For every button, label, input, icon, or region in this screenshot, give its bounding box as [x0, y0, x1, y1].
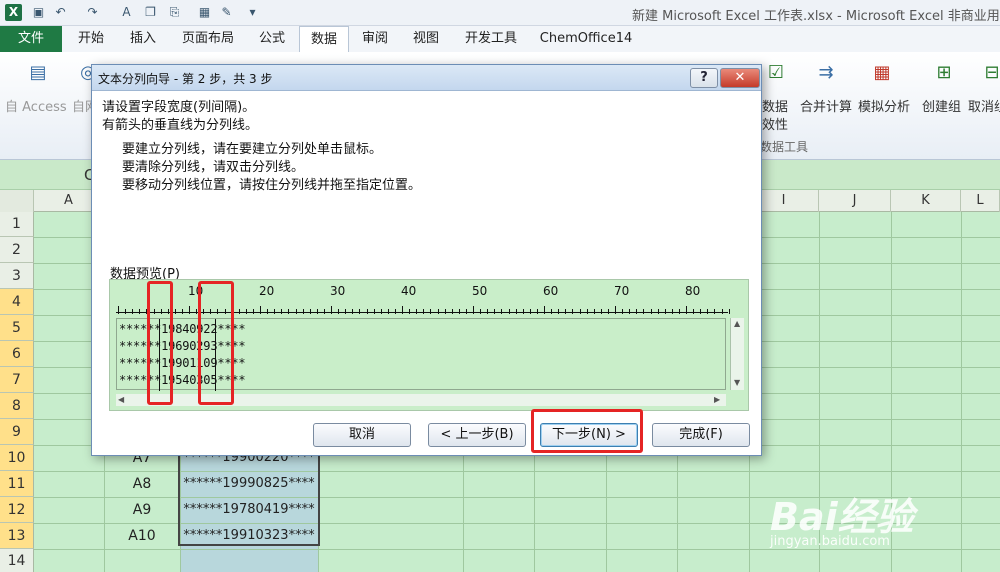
window-title: 新建 Microsoft Excel 工作表.xlsx - Microsoft … — [632, 9, 1000, 24]
back-button[interactable]: < 上一步(B) — [428, 423, 526, 447]
title-bar: X ▣ ↶ ↷ A ❐ ⎘ ▦ ✎ ▾ 新建 Microsoft Excel 工… — [0, 0, 1000, 26]
ruler-number: 80 — [685, 284, 701, 298]
column-header-j[interactable]: J — [819, 190, 891, 212]
access-icon[interactable]: ▤ — [24, 60, 52, 86]
tab-review[interactable]: 审阅 — [352, 26, 398, 52]
ruler-number: 30 — [330, 284, 346, 298]
baidu-watermark: Bai经验 jingyan.baidu.com — [770, 486, 970, 556]
row-header[interactable]: 2 — [0, 237, 34, 263]
highlight-break-2 — [198, 281, 234, 405]
cell-a12[interactable]: A9 — [104, 502, 180, 518]
watermark-url: jingyan.baidu.com — [770, 534, 890, 549]
tip-line-1: 要建立分列线，请在要建立分列处单击鼠标。 — [122, 142, 383, 157]
ruler-tick — [728, 309, 730, 314]
tab-data[interactable]: 数据 — [299, 26, 349, 52]
font-size-icon[interactable]: A — [118, 4, 135, 21]
scroll-down-icon[interactable]: ▼ — [734, 378, 740, 387]
scroll-up-icon[interactable]: ▲ — [734, 319, 740, 328]
dialog-title-bar[interactable]: 文本分列向导 - 第 2 步，共 3 步 ? ✕ — [92, 65, 761, 91]
redo-icon[interactable]: ↷ — [84, 4, 101, 21]
data-validation-label-1[interactable]: 数据 — [762, 96, 788, 115]
tab-chemoffice[interactable]: ChemOffice14 — [534, 26, 638, 52]
format-icon[interactable]: ✎ — [218, 4, 235, 21]
tab-home[interactable]: 开始 — [66, 26, 116, 52]
row-header[interactable]: 1 — [0, 212, 34, 237]
ruler-number: 50 — [472, 284, 488, 298]
ruler-number: 70 — [614, 284, 630, 298]
customize-icon[interactable]: ▾ — [244, 4, 261, 21]
undo-icon[interactable]: ↶ — [52, 4, 69, 21]
cell-a11[interactable]: A8 — [104, 476, 180, 492]
cell-a13[interactable]: A10 — [104, 528, 180, 544]
select-all-corner[interactable] — [0, 190, 34, 212]
row-header[interactable]: 9 — [0, 419, 34, 445]
row-header[interactable]: 10 — [0, 445, 34, 471]
row-header[interactable]: 5 — [0, 315, 34, 341]
consolidate-button[interactable]: 合并计算 — [800, 96, 852, 115]
tip-line-2: 要清除分列线，请双击分列线。 — [122, 160, 305, 175]
row-header[interactable]: 8 — [0, 393, 34, 419]
row-header[interactable]: 7 — [0, 367, 34, 393]
ruler-number: 20 — [259, 284, 275, 298]
data-validation-icon[interactable]: ☑ — [762, 60, 790, 86]
what-if-icon[interactable]: ▦ — [868, 60, 896, 86]
tab-page-layout[interactable]: 页面布局 — [172, 26, 244, 52]
group-icon[interactable]: ⊞ — [930, 60, 958, 86]
ribbon-tabs: 文件 开始 插入 页面布局 公式 数据 审阅 视图 开发工具 ChemOffic… — [0, 26, 1000, 52]
instruction-line-1: 请设置字段宽度(列间隔)。 — [102, 100, 256, 115]
save-icon[interactable]: ▣ — [30, 4, 47, 21]
tab-developer[interactable]: 开发工具 — [454, 26, 528, 52]
group-button[interactable]: 创建组 — [922, 96, 961, 115]
ungroup-button[interactable]: 取消组 — [968, 96, 1000, 115]
tab-file[interactable]: 文件 — [0, 26, 62, 52]
tab-view[interactable]: 视图 — [402, 26, 450, 52]
instruction-line-2: 有箭头的垂直线为分列线。 — [102, 118, 259, 133]
ungroup-icon[interactable]: ⊟ — [978, 60, 1000, 86]
consolidate-icon[interactable]: ⇉ — [812, 60, 840, 86]
what-if-analysis-button[interactable]: 模拟分析 — [858, 96, 910, 115]
selection-border — [178, 442, 320, 546]
highlight-break-1 — [147, 281, 173, 405]
preview-vertical-scrollbar[interactable]: ▲ ▼ — [730, 318, 744, 390]
paste-icon[interactable]: ⎘ — [166, 4, 183, 21]
close-button[interactable]: ✕ — [720, 68, 760, 88]
dialog-title: 文本分列向导 - 第 2 步，共 3 步 — [98, 72, 273, 86]
text-to-columns-dialog: 文本分列向导 - 第 2 步，共 3 步 ? ✕ 请设置字段宽度(列间隔)。 有… — [91, 64, 762, 456]
row-header[interactable]: 14 — [0, 549, 34, 572]
row-header[interactable]: 4 — [0, 289, 34, 315]
data-validation-label-2[interactable]: 效性 — [762, 114, 788, 133]
watermark-brand: Bai经验 — [770, 495, 914, 539]
copy-icon[interactable]: ❐ — [142, 4, 159, 21]
excel-logo-icon[interactable]: X — [5, 4, 22, 21]
ruler-number: 60 — [543, 284, 559, 298]
highlight-next-button — [531, 409, 643, 453]
tip-line-3: 要移动分列线位置，请按住分列线并拖至指定位置。 — [122, 178, 422, 193]
finish-button[interactable]: 完成(F) — [652, 423, 750, 447]
table-icon[interactable]: ▦ — [196, 4, 213, 21]
row-header[interactable]: 3 — [0, 263, 34, 289]
row-header[interactable]: 6 — [0, 341, 34, 367]
column-header-k[interactable]: K — [891, 190, 961, 212]
ruler-number: 40 — [401, 284, 417, 298]
row-header[interactable]: 12 — [0, 497, 34, 523]
tab-formulas[interactable]: 公式 — [248, 26, 296, 52]
tab-insert[interactable]: 插入 — [118, 26, 168, 52]
help-button[interactable]: ? — [690, 68, 718, 88]
from-access-button[interactable]: 自 Access — [5, 96, 67, 115]
row-header[interactable]: 11 — [0, 471, 34, 497]
column-header-l[interactable]: L — [961, 190, 1000, 212]
data-tools-group-label: 数据工具 — [760, 140, 809, 154]
cancel-button[interactable]: 取消 — [313, 423, 411, 447]
scroll-right-icon[interactable]: ▶ — [714, 395, 720, 404]
scroll-left-icon[interactable]: ◀ — [118, 395, 124, 404]
row-header[interactable]: 13 — [0, 523, 34, 549]
